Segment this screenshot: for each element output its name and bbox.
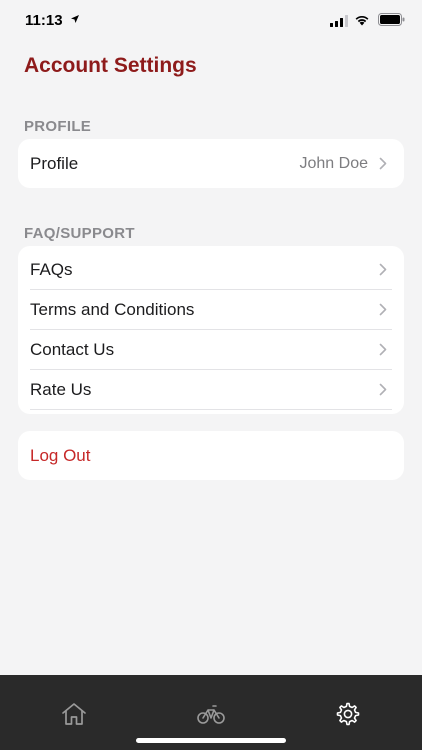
rate-us-row[interactable]: Rate Us xyxy=(18,370,404,410)
contact-us-row-label: Contact Us xyxy=(30,340,115,359)
bicycle-icon xyxy=(197,705,225,724)
tab-home[interactable] xyxy=(59,701,89,727)
home-icon xyxy=(62,703,86,725)
row-divider xyxy=(30,409,392,410)
wifi-icon xyxy=(355,16,369,26)
chevron-right-icon xyxy=(379,343,387,356)
rate-us-row-label: Rate Us xyxy=(30,380,92,399)
battery-icon xyxy=(378,13,405,26)
profile-row[interactable]: Profile John Doe xyxy=(18,139,404,188)
cellular-signal-icon xyxy=(330,15,348,27)
status-bar: 11:13 xyxy=(0,0,422,44)
profile-row-value: John Doe xyxy=(299,154,369,172)
profile-card: Profile John Doe xyxy=(18,139,404,188)
gear-icon xyxy=(336,702,360,726)
chevron-right-icon xyxy=(379,157,387,170)
contact-us-row[interactable]: Contact Us xyxy=(18,330,404,370)
terms-row-label: Terms and Conditions xyxy=(30,300,195,319)
location-arrow-icon xyxy=(71,15,79,23)
chevron-right-icon xyxy=(379,303,387,316)
profile-row-label: Profile xyxy=(30,153,79,173)
tab-rides[interactable] xyxy=(196,701,226,727)
faqs-row[interactable]: FAQs xyxy=(18,250,404,290)
support-card: FAQs Terms and Conditions Contact Us Rat… xyxy=(18,246,404,414)
status-time: 11:13 xyxy=(25,12,63,29)
support-section-heading: FAQ/SUPPORT xyxy=(24,225,135,242)
logout-card: Log Out xyxy=(18,431,404,480)
profile-section-heading: PROFILE xyxy=(24,118,92,135)
home-indicator xyxy=(136,738,286,743)
logout-label: Log Out xyxy=(30,445,91,465)
chevron-right-icon xyxy=(379,383,387,396)
faqs-row-label: FAQs xyxy=(30,260,73,279)
terms-row[interactable]: Terms and Conditions xyxy=(18,290,404,330)
logout-button[interactable]: Log Out xyxy=(18,431,404,480)
tab-settings[interactable] xyxy=(332,701,362,727)
page-title: Account Settings xyxy=(24,54,197,77)
chevron-right-icon xyxy=(379,263,387,276)
